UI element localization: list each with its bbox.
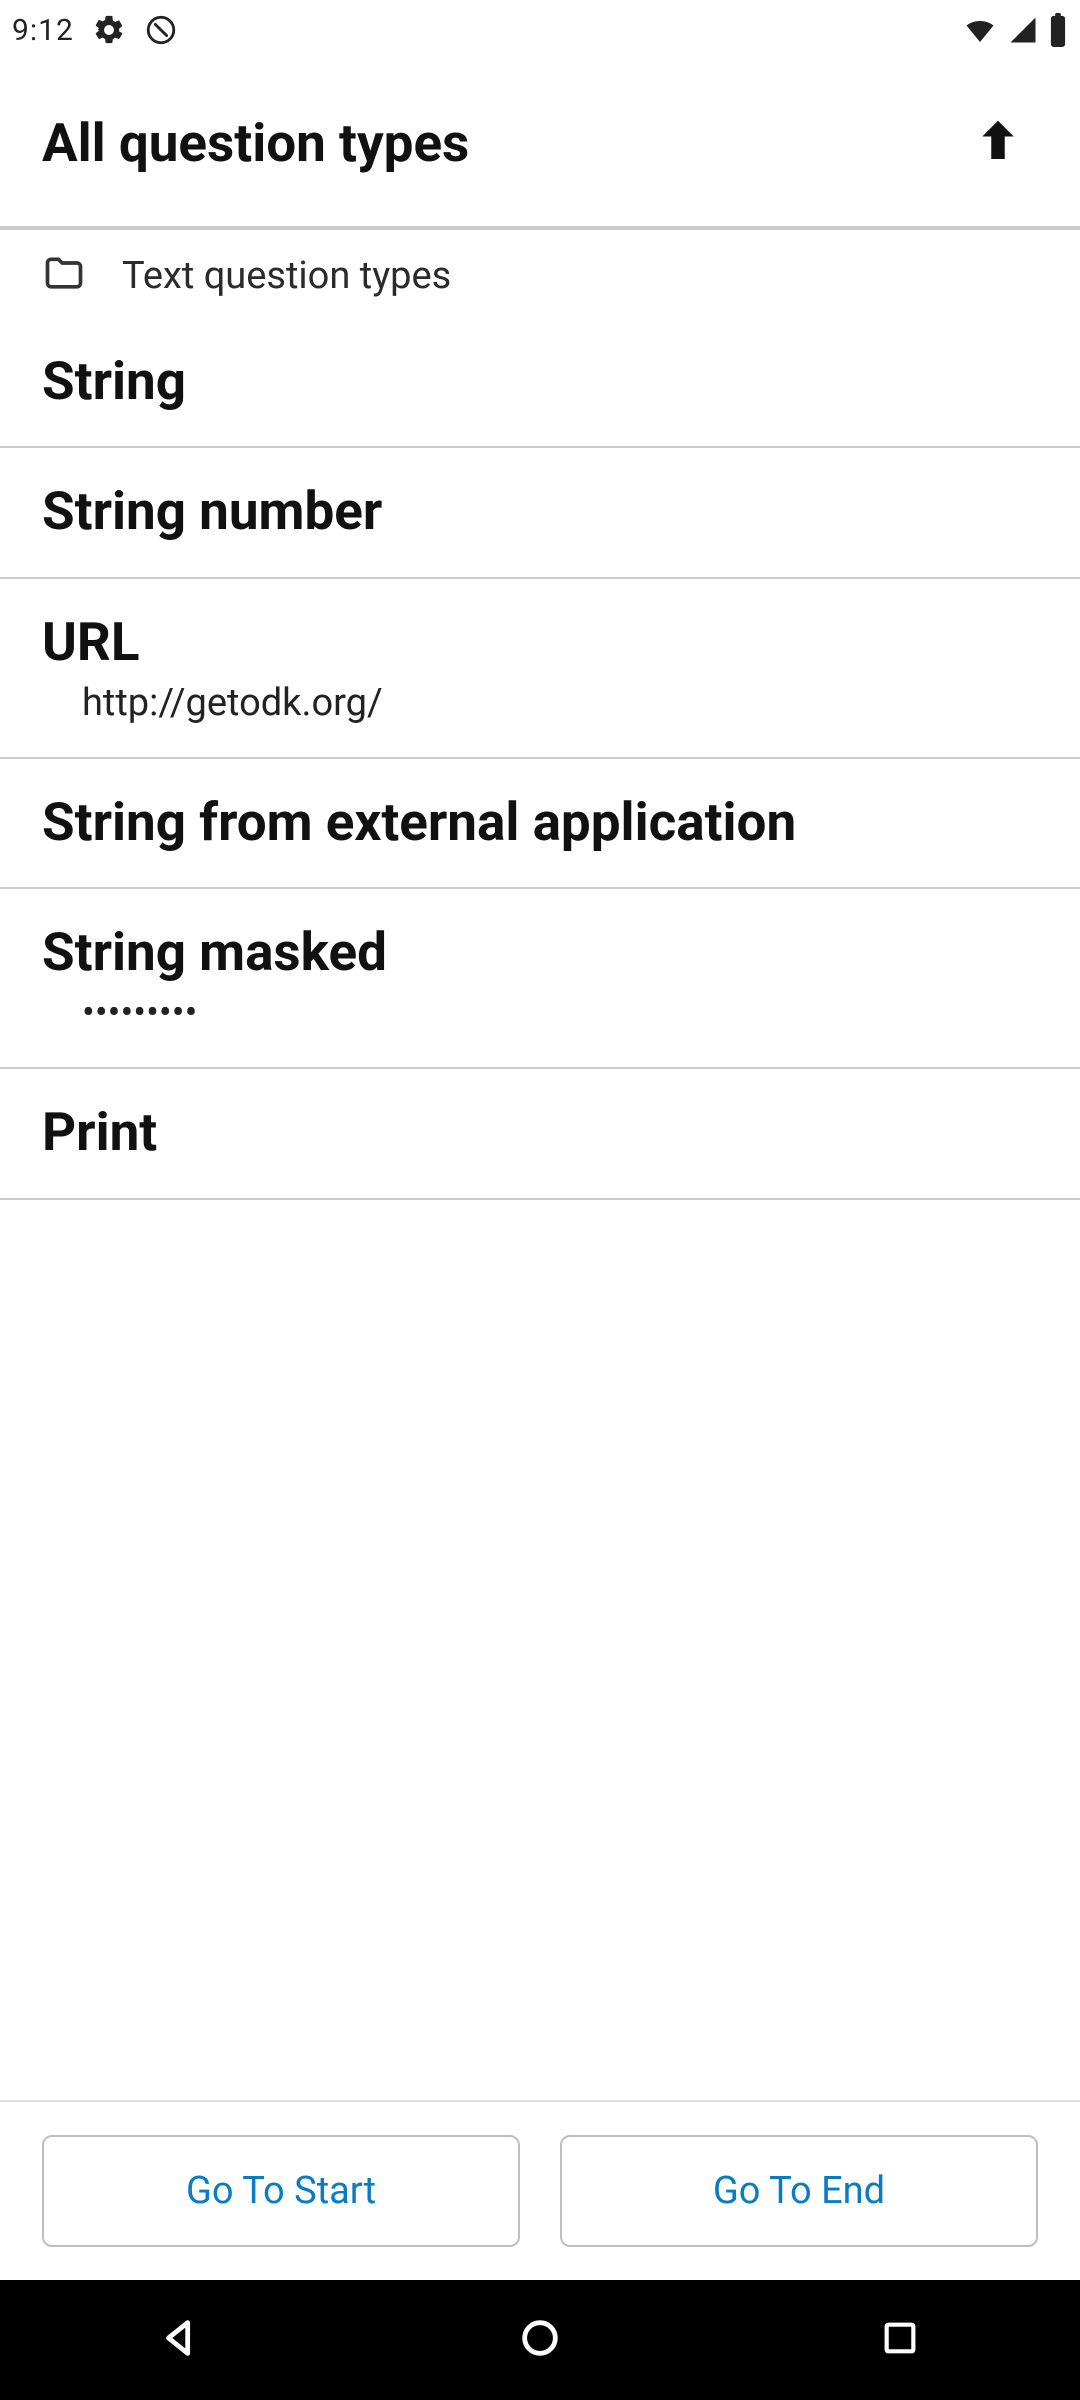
wifi-icon <box>962 12 998 48</box>
recents-button[interactable] <box>800 2280 1000 2400</box>
folder-icon <box>42 252 86 300</box>
list-item-title: String masked <box>42 919 1038 985</box>
list-item[interactable]: Print <box>0 1069 1080 1199</box>
list-item-title: String <box>42 348 1038 414</box>
status-bar: 9:12 <box>0 0 1080 60</box>
go-to-end-button[interactable]: Go To End <box>560 2135 1038 2247</box>
home-button[interactable] <box>440 2280 640 2400</box>
go-up-button[interactable] <box>958 103 1038 183</box>
back-button[interactable] <box>80 2280 280 2400</box>
list-item-title: Print <box>42 1099 1038 1165</box>
list-item-subtitle: http://getodk.org/ <box>42 681 1038 725</box>
status-bar-left: 9:12 <box>12 13 178 48</box>
question-list: String String number URL http://getodk.o… <box>0 318 1080 2100</box>
go-to-end-label: Go To End <box>713 2169 885 2213</box>
page-title: All question types <box>42 112 469 174</box>
cell-signal-icon <box>1008 15 1038 45</box>
list-item-subtitle: ••••••••• <box>42 991 1038 1035</box>
list-item-title: String from external application <box>42 789 1038 855</box>
list-item[interactable]: URL http://getodk.org/ <box>0 579 1080 759</box>
system-nav-bar <box>0 2280 1080 2400</box>
go-to-start-label: Go To Start <box>186 2169 376 2213</box>
settings-gear-icon <box>92 13 126 47</box>
home-circle-icon <box>517 2315 563 2365</box>
recents-square-icon <box>880 2318 920 2362</box>
go-to-start-button[interactable]: Go To Start <box>42 2135 520 2247</box>
status-bar-right <box>962 12 1068 48</box>
list-item[interactable]: String masked ••••••••• <box>0 889 1080 1069</box>
list-item[interactable]: String <box>0 318 1080 448</box>
back-triangle-icon <box>157 2315 203 2365</box>
list-item[interactable]: String from external application <box>0 759 1080 889</box>
section-header-label: Text question types <box>122 254 451 298</box>
app-bar: All question types <box>0 60 1080 230</box>
status-time: 9:12 <box>12 13 74 48</box>
no-sync-icon <box>144 13 178 47</box>
battery-icon <box>1048 13 1068 47</box>
section-header[interactable]: Text question types <box>0 234 1080 318</box>
arrow-up-icon <box>971 114 1025 172</box>
footer: Go To Start Go To End <box>0 2100 1080 2280</box>
list-item-title: URL <box>42 609 1038 675</box>
list-item-title: String number <box>42 478 1038 544</box>
list-item[interactable]: String number <box>0 448 1080 578</box>
